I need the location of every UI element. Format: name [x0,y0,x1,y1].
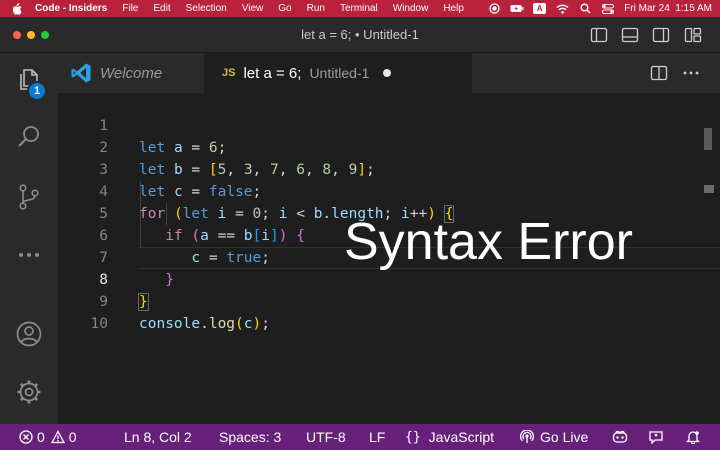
menu-file[interactable]: File [122,3,138,14]
tab-welcome[interactable]: Welcome [58,53,204,93]
code-text: console.log(c); [139,316,270,332]
notifications-bell-icon[interactable] [686,424,700,450]
activity-bar: 1 [0,53,58,424]
language-label: JavaScript [428,429,495,445]
control-center-icon[interactable] [601,3,615,14]
accounts-icon[interactable] [13,318,45,350]
tab-label: let a = 6; [243,64,302,82]
code-editor[interactable]: 1 let a = 6; 2 let b = [5, 3, 7, 6, 8, 9… [58,93,720,424]
go-live-button[interactable]: Go Live [520,424,588,450]
go-live-label: Go Live [540,429,589,445]
code-line[interactable]: 3 let c = false; [58,137,708,200]
search-icon[interactable] [13,121,45,153]
menu-run[interactable]: Run [307,3,325,14]
clock[interactable]: Fri Mar 24 1:15 AM [624,3,712,14]
menu-bar: Code - Insiders File Edit Selection View… [0,0,720,17]
toggle-panel-icon[interactable] [621,26,639,44]
overview-ruler-cursor-marker [704,185,714,193]
error-icon [19,430,33,444]
braces-icon: {} [405,429,421,445]
menu-app-name[interactable]: Code - Insiders [35,3,107,14]
explorer-badge: 1 [27,81,47,101]
screen-record-icon[interactable] [487,3,501,14]
cursor-position[interactable]: Ln 8, Col 2 [124,424,192,450]
input-source-badge[interactable]: A [533,3,547,14]
search-icon[interactable] [578,3,592,14]
more-actions-icon[interactable] [682,64,700,82]
code-line[interactable]: 1 let a = 6; [58,93,708,156]
tab-welcome-label: Welcome [100,64,163,82]
error-count: 0 [37,429,45,445]
source-control-icon[interactable] [13,181,45,213]
javascript-file-icon: JS [222,67,236,79]
line-number: 10 [90,316,108,332]
language-mode[interactable]: {} JavaScript [405,424,494,450]
tab-untitled-1[interactable]: JS let a = 6; Untitled-1 [204,53,472,93]
code-line[interactable]: 5 if (a == b[i]) { [58,181,708,244]
feedback-icon[interactable] [648,424,664,450]
menu-help[interactable]: Help [443,3,464,14]
window-title-bar: let a = 6; • Untitled-1 [0,17,720,53]
gear-icon[interactable] [13,376,45,408]
problems-status[interactable]: 0 0 [19,424,77,450]
editor-tab-bar: Welcome JS let a = 6; Untitled-1 [58,53,720,93]
toggle-secondary-sidebar-icon[interactable] [652,26,670,44]
end-of-line[interactable]: LF [369,424,385,450]
tab-subtitle: Untitled-1 [309,65,370,81]
broadcast-icon [520,430,534,443]
overview-ruler-marker [704,128,712,150]
more-views-icon[interactable] [13,239,45,271]
code-line[interactable]: 4 for (let i = 0; i < b.length; i++) { [58,159,708,223]
wifi-icon[interactable] [555,3,569,14]
encoding[interactable]: UTF-8 [306,424,346,450]
menu-selection[interactable]: Selection [186,3,227,14]
code-line[interactable]: 10 [58,291,708,332]
unsaved-dot-icon[interactable] [383,69,392,77]
menu-go[interactable]: Go [278,3,291,14]
menu-terminal[interactable]: Terminal [340,3,378,14]
indentation[interactable]: Spaces: 3 [219,424,281,450]
warning-icon [50,430,65,444]
window-title: let a = 6; • Untitled-1 [301,27,419,42]
menu-view[interactable]: View [242,3,264,14]
code-line[interactable]: 2 let b = [5, 3, 7, 6, 8, 9]; [58,115,708,178]
syntax-error-overlay: Syntax Error [344,213,633,271]
vscode-icon [71,63,91,83]
battery-icon[interactable] [510,3,524,14]
customize-layout-icon[interactable] [684,26,702,44]
apple-icon[interactable] [11,2,23,15]
code-line[interactable]: 9 console.log(c); [58,269,708,332]
split-editor-icon[interactable] [650,64,668,82]
toggle-primary-sidebar-icon[interactable] [590,26,608,44]
copilot-icon[interactable] [612,424,628,450]
menu-window[interactable]: Window [393,3,429,14]
status-bar: 0 0 Ln 8, Col 2 Spaces: 3 UTF-8 LF {} Ja… [0,424,720,450]
warning-count: 0 [68,429,77,445]
menu-edit[interactable]: Edit [153,3,170,14]
